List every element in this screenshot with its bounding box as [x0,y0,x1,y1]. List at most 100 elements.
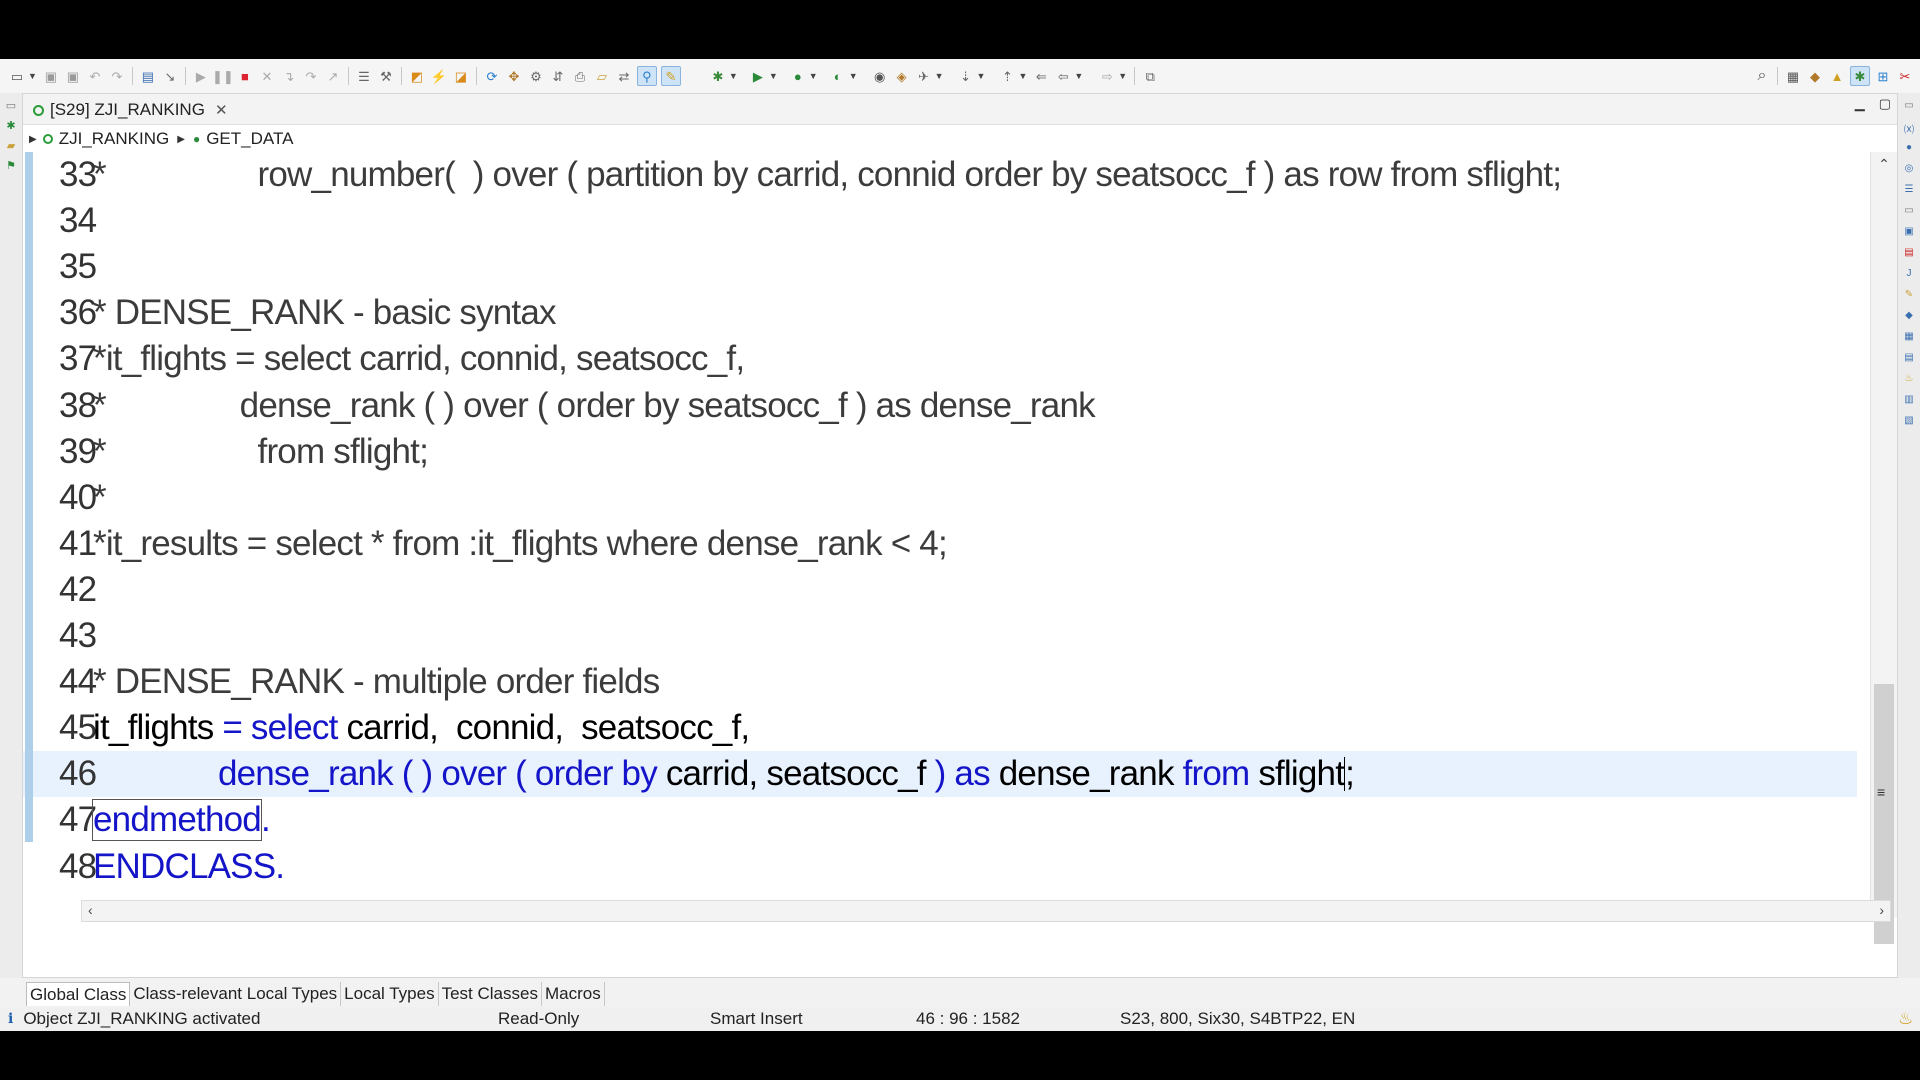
tree-icon[interactable]: ✥ [505,67,523,85]
chevron-down-icon[interactable]: ▼ [28,71,37,81]
code-line[interactable]: 36 * DENSE_RANK - basic syntax [23,290,1857,336]
java-perspective-icon[interactable]: ▲ [1828,67,1846,85]
minimize-icon[interactable]: ▭ [1902,205,1916,219]
scroll-left-icon[interactable]: ‹ [88,902,93,918]
lightbulb-icon[interactable]: ♨ [1898,1009,1913,1029]
chevron-down-icon[interactable]: ▼ [809,71,818,81]
print-icon[interactable]: ⎙ [571,67,589,85]
open-type-icon[interactable]: ◈ [893,67,911,85]
code-line[interactable]: 45 it_flights = select carrid, connid, se… [23,705,1857,751]
restore-icon[interactable]: ▭ [4,99,18,113]
breadcrumb-class[interactable]: ZJI_RANKING [59,129,170,149]
highlight-icon[interactable]: ⚲ [636,66,657,86]
transport-organizer-icon[interactable]: ▦ [1902,331,1916,345]
chevron-down-icon[interactable]: ▼ [849,71,858,81]
javadoc-icon[interactable]: J [1902,268,1916,282]
breakpoints-icon[interactable]: ● [1902,142,1916,156]
chevron-down-icon[interactable]: ▼ [769,71,778,81]
notes-icon[interactable]: ▥ [1902,394,1916,408]
code-editor[interactable]: 33 * row_number( ) over ( partition by ca… [23,152,1857,918]
code-line[interactable]: 40 * [23,475,1857,521]
properties-icon[interactable]: ▤ [1902,247,1916,261]
breadcrumb-method[interactable]: GET_DATA [206,129,293,149]
display-icon[interactable]: ▤ [139,67,157,85]
back-icon[interactable]: ⇦ [1054,67,1072,85]
code-line[interactable]: 44 * DENSE_RANK - multiple order fields [23,659,1857,705]
code-line[interactable]: 35 [23,244,1857,290]
bottom-tab[interactable]: Test Classes [439,982,542,1006]
abap-perspective-icon[interactable]: ◆ [1806,67,1824,85]
open-icon[interactable]: ◩ [408,67,426,85]
horizontal-scrollbar[interactable]: ‹ › [81,900,1891,922]
templates-icon[interactable]: ▰ [4,139,18,153]
chevron-down-icon[interactable]: ▼ [1118,71,1127,81]
debug-perspective-icon[interactable]: ✱ [1850,66,1870,86]
run-app-icon[interactable]: ▶ [749,67,767,85]
coverage-icon[interactable]: ● [789,67,807,85]
code-line[interactable]: 46 dense_rank ( ) over ( order by carrid… [23,751,1857,798]
code-line[interactable]: 34 [23,198,1857,244]
step-icon[interactable]: ↘ [161,67,179,85]
step-into-icon[interactable]: ↴ [280,67,298,85]
tools-perspective-icon[interactable]: ✂ [1896,67,1914,85]
editor-tab[interactable]: [S29] ZJI_RANKING ✕ [27,98,234,122]
folder-icon[interactable]: ▱ [593,67,611,85]
code-line[interactable]: 38 * dense_rank ( ) over ( order by seats… [23,383,1857,429]
save-icon[interactable]: ▣ [42,67,60,85]
project-explorer-icon[interactable]: ✱ [4,119,18,133]
step-return-icon[interactable]: ↗ [324,67,342,85]
redo-icon[interactable]: ↷ [108,67,126,85]
run-icon[interactable]: ▶ [192,67,210,85]
code-line[interactable]: 39 * from sflight; [23,429,1857,475]
code-line[interactable]: 33 * row_number( ) over ( partition by ca… [23,152,1857,198]
filter-icon[interactable]: ⚙ [527,67,545,85]
chevron-down-icon[interactable]: ▼ [1074,71,1083,81]
expressions-icon[interactable]: ◎ [1902,163,1916,177]
link-icon[interactable]: ⇄ [615,67,633,85]
vertical-scrollbar[interactable]: ⌃ ≡ ⌄ [1870,152,1897,944]
hierarchy-icon[interactable]: ⇵ [549,67,567,85]
close-icon[interactable]: ✕ [215,101,228,119]
next-annotation-icon[interactable]: ⇣ [957,67,975,85]
status-insert-mode[interactable]: Smart Insert [710,1009,803,1029]
search-icon[interactable]: ⌕ [1753,67,1771,85]
bookmarks-icon[interactable]: ⚑ [4,159,18,173]
tips-icon[interactable]: ♨ [1902,373,1916,387]
profile-icon[interactable]: ◐ [829,67,847,85]
refresh-icon[interactable]: ⟳ [483,67,501,85]
minimize-icon[interactable]: ▁ [1855,96,1865,112]
problems-icon[interactable]: ▧ [1902,415,1916,429]
code-line[interactable]: 47 endmethod. [23,797,1857,843]
chevron-right-icon[interactable]: ▶ [29,134,37,145]
bottom-tab[interactable]: Class-relevant Local Types [130,982,342,1006]
bottom-tab[interactable]: Macros [542,982,605,1006]
outline-icon[interactable]: ☰ [1902,184,1916,198]
undo-icon[interactable]: ↶ [86,67,104,85]
chevron-down-icon[interactable]: ▼ [1018,71,1027,81]
scroll-up-icon[interactable]: ⌃ [1871,152,1897,176]
mark-icon[interactable]: ✎ [660,66,681,86]
bottom-tab[interactable]: Global Class [26,982,131,1006]
prev-annotation-icon[interactable]: ⇡ [998,67,1016,85]
tasks-icon[interactable]: ✎ [1902,289,1916,303]
check-icon[interactable]: ◪ [452,67,470,85]
chevron-down-icon[interactable]: ▼ [935,71,944,81]
variables-icon[interactable]: ⒳ [1902,121,1916,136]
activate-icon[interactable]: ⚡ [430,67,448,85]
transport-icon[interactable]: ◉ [871,67,889,85]
forward-icon[interactable]: ⇨ [1098,67,1116,85]
code-line[interactable]: 43 [23,613,1857,659]
bottom-tab[interactable]: Local Types [341,982,439,1006]
new-icon[interactable]: ▭ [8,67,26,85]
pause-icon[interactable]: ❚❚ [212,67,234,85]
last-edit-icon[interactable]: ⇐ [1032,67,1050,85]
code-line[interactable]: 41 *it_results = select * from :it_flight… [23,521,1857,567]
code-line[interactable]: 42 [23,567,1857,613]
maximize-icon[interactable]: ▢ [1879,96,1891,112]
stop-icon[interactable]: ■ [236,67,254,85]
chevron-right-icon[interactable]: ▶ [177,134,185,145]
disconnect-icon[interactable]: ✕ [258,67,276,85]
outline-icon[interactable]: ☰ [355,67,373,85]
scroll-right-icon[interactable]: › [1879,902,1884,918]
console-icon[interactable]: ▣ [1902,226,1916,240]
